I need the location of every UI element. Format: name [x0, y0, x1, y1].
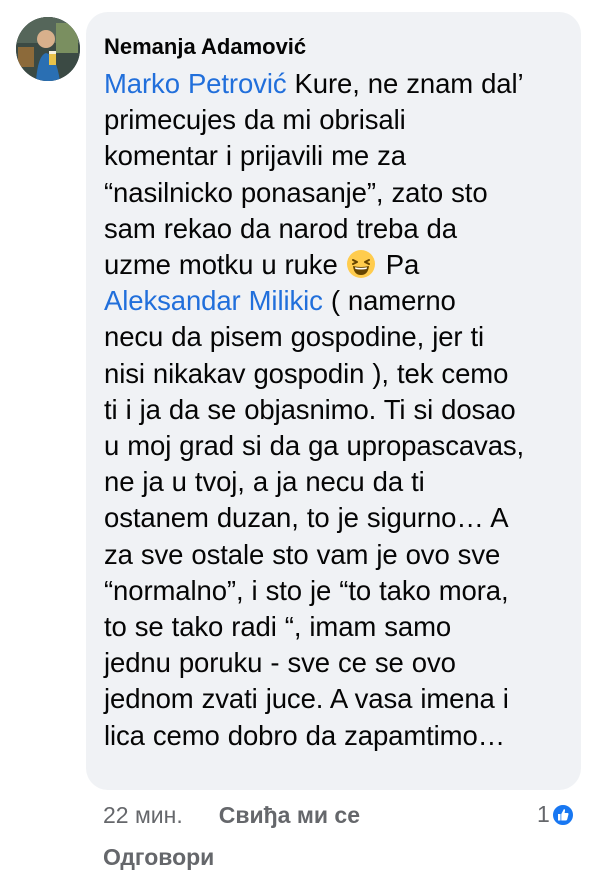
comment-text-segment: Kure, ne znam dal’ [286, 68, 524, 99]
comment-line: Aleksandar Milikic ( namerno [104, 283, 571, 319]
comment-text-segment: uzme motku u ruke [104, 249, 346, 281]
comment-line: jednom zvati juce. A vasa imena i [104, 681, 571, 717]
reply-button[interactable]: Одговори [103, 844, 214, 871]
comment-line: “nasilnicko ponasanje”, zato sto [104, 175, 571, 211]
comment-line: Marko Petrović Kure, ne znam dal’ [104, 66, 571, 102]
comment-text-segment: komentar i prijavili me za [104, 140, 406, 172]
like-button[interactable]: Свиђа ми се [219, 802, 360, 829]
comment-text-segment: ostanem duzan, to je sigurno… A [104, 502, 509, 534]
comment-line: “normalno”, i sto je “to tako mora, [104, 573, 571, 609]
like-icon [551, 803, 574, 826]
comment-text: Marko Petrović Kure, ne znam dal’ primecu… [104, 66, 571, 754]
grinning-squinting-face-icon [346, 249, 376, 279]
comment-line: uzme motku u ruke Pa [104, 247, 571, 283]
comment-text-segment: za sve ostale sto vam je ovo sve [104, 538, 501, 570]
comment-text-segment: u moj grad si da ga upropascavas, [104, 430, 525, 462]
comment-text-segment: ne ja u tvoj, a ja necu da ti [104, 466, 425, 498]
comment-text-segment: jednu poruku - sve ce se ovo [104, 647, 456, 679]
comment-line: to se tako radi “, imam samo [104, 609, 571, 645]
comment-line: ostanem duzan, to je sigurno… A [104, 500, 571, 536]
comment-line: necu da pisem gospodine, jer ti [104, 319, 571, 355]
comment-text-segment: ti i ja da se objasnimo. Ti si dosao [104, 393, 516, 425]
comment-text-segment: lica cemo dobro da zapamtimo… [104, 719, 506, 751]
comment-text-segment: primecujes da mi obrisali [104, 104, 406, 136]
comment-text-segment: necu da pisem gospodine, jer ti [104, 321, 485, 353]
comment-line: u moj grad si da ga upropascavas, [104, 428, 571, 464]
avatar-photo [16, 17, 80, 81]
comment-line: sam rekao da narod treba da [104, 211, 571, 247]
comment-text-segment: “nasilnicko ponasanje”, zato sto [104, 176, 488, 208]
comment-line: jednu poruku - sve ce se ovo [104, 645, 571, 681]
comment-line: ti i ja da se objasnimo. Ti si dosao [104, 392, 571, 428]
comment-text-segment: jednom zvati juce. A vasa imena i [104, 683, 509, 715]
reaction-summary[interactable]: 1 [537, 801, 574, 828]
comment-text-segment: nisi nikakav gospodin ), tek cemo [104, 357, 509, 389]
reaction-count: 1 [537, 801, 550, 827]
comment-bubble: Nemanja Adamović Marko Petrović Kure, ne… [86, 12, 581, 790]
comment-line: primecujes da mi obrisali [104, 102, 571, 138]
mention-link[interactable]: Aleksandar Milikic [104, 285, 323, 316]
comment-line: za sve ostale sto vam je ovo sve [104, 537, 571, 573]
comment-line: lica cemo dobro da zapamtimo… [104, 718, 571, 754]
comment-actions: 22 мин. Свиђа ми се [103, 802, 360, 829]
comment-line: komentar i prijavili me za [104, 138, 571, 174]
comment-timestamp[interactable]: 22 мин. [103, 802, 183, 829]
comment-text-segment: “normalno”, i sto je “to tako mora, [104, 574, 509, 606]
comment-line: nisi nikakav gospodin ), tek cemo [104, 356, 571, 392]
avatar[interactable] [16, 17, 80, 81]
comment-text-segment: ( namerno [322, 285, 456, 317]
comment-line: ne ja u tvoj, a ja necu da ti [104, 464, 571, 500]
comment-text-segment: sam rekao da narod treba da [104, 212, 457, 244]
comment-text-segment: Pa [377, 249, 420, 281]
comment-author[interactable]: Nemanja Adamović [104, 34, 571, 60]
comment-text-segment: to se tako radi “, imam samo [104, 611, 452, 643]
mention-link[interactable]: Marko Petrović [104, 68, 287, 99]
